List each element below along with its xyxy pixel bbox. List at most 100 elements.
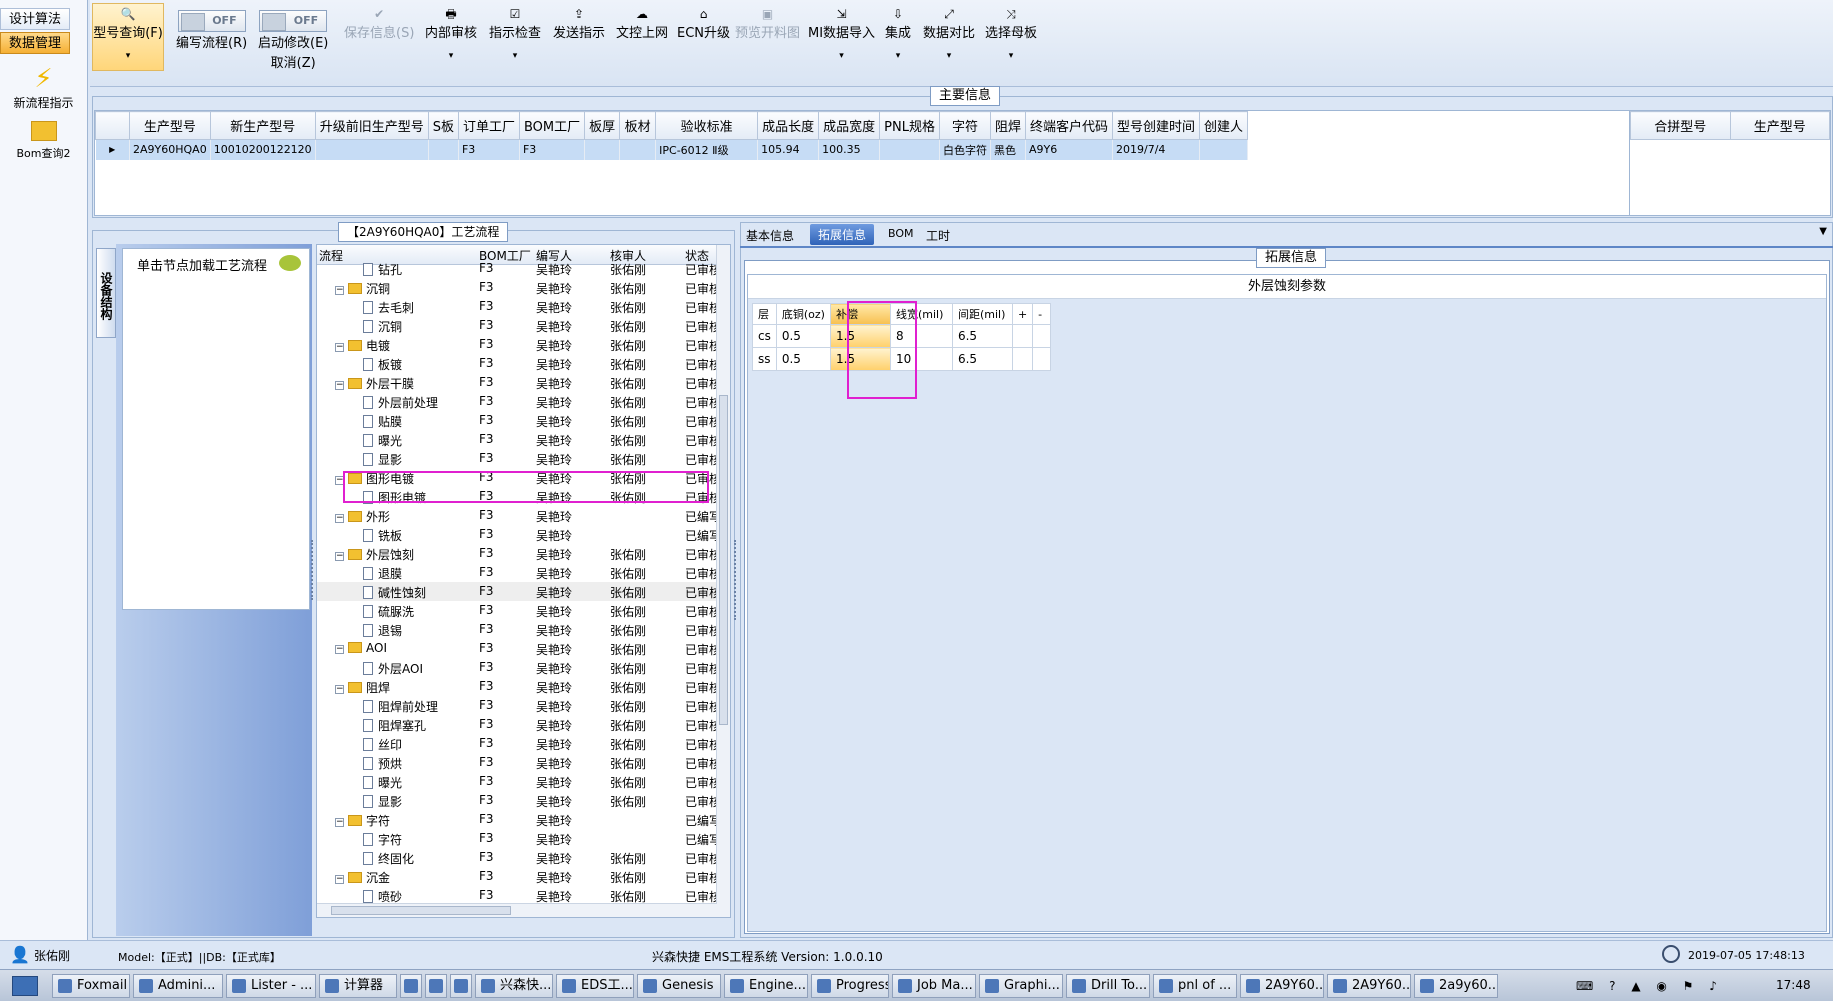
tree-node-label[interactable]: 外层AOI [363, 660, 423, 677]
splitter-left[interactable] [311, 540, 315, 600]
tree-node-label[interactable]: 外层前处理 [363, 394, 438, 411]
tab-basic-info[interactable]: 基本信息 [746, 227, 794, 244]
tree-node-label[interactable]: 阻焊前处理 [363, 698, 438, 715]
tree-row[interactable]: 钻孔 F3 吴艳玲 张佑刚 已审核 [317, 259, 730, 278]
tree-row[interactable]: 显影 F3 吴艳玲 张佑刚 已审核 [317, 449, 730, 468]
ext-cell[interactable]: 0.5 [775, 347, 831, 371]
tree-row[interactable]: 阻焊塞孔 F3 吴艳玲 张佑刚 已审核 [317, 715, 730, 734]
taskbar-button[interactable]: 2A9Y60... [1240, 974, 1324, 998]
taskbar-button[interactable]: Job Ma... [892, 974, 976, 998]
select-mother-button[interactable]: ⤨ 选择母板 ▾ [985, 6, 1037, 61]
edit-flow-toggle[interactable]: OFF 编写流程(R) [176, 10, 247, 56]
taskbar-button[interactable]: Engine... [724, 974, 808, 998]
tree-node-label[interactable]: − 电镀 [335, 337, 390, 354]
col-header[interactable]: 成品宽度 [818, 111, 881, 140]
tree-node-label[interactable]: 丝印 [363, 736, 402, 753]
expand-toggle-icon[interactable]: − [335, 552, 344, 561]
tree-row[interactable]: − 外层干膜 F3 吴艳玲 张佑刚 已审核 [317, 373, 730, 392]
taskbar-button[interactable]: 计算器 [319, 974, 397, 998]
nav-tab-data-management[interactable]: 数据管理 [0, 32, 70, 54]
tree-node-label[interactable]: − 外层干膜 [335, 375, 414, 392]
tree-node-label[interactable]: 终固化 [363, 850, 414, 867]
send-instruction-button[interactable]: ⇪ 发送指示 [553, 6, 605, 41]
splitter-middle[interactable] [734, 540, 738, 620]
taskbar-button[interactable]: 兴森快... [475, 974, 553, 998]
side-col-header[interactable]: 合拼型号 [1630, 111, 1731, 140]
tree-row[interactable]: 曝光 F3 吴艳玲 张佑刚 已审核 [317, 430, 730, 449]
tree-node-label[interactable]: 碱性蚀刻 [363, 584, 426, 601]
col-header[interactable]: 验收标准 [655, 111, 759, 140]
nav-item-bom-query[interactable]: Bom查询2 [0, 121, 87, 161]
save-button[interactable]: ✔ 保存信息(S) [344, 6, 414, 41]
expand-toggle-icon[interactable]: − [335, 685, 344, 694]
col-header[interactable]: BOM工厂 [518, 111, 586, 140]
side-col-header[interactable]: 生产型号 [1729, 111, 1830, 140]
col-header[interactable]: 板材 [619, 111, 657, 140]
col-header[interactable]: 创建人 [1199, 111, 1249, 140]
col-header[interactable]: PNL规格 [879, 111, 940, 140]
taskbar-button[interactable]: Foxmail [52, 974, 130, 998]
tree-row[interactable]: 外层AOI F3 吴艳玲 张佑刚 已审核 [317, 658, 730, 677]
tree-node-label[interactable]: − 沉金 [335, 869, 390, 886]
integrate-button[interactable]: ⇩ 集成 ▾ [885, 6, 911, 61]
ext-cell[interactable]: 6.5 [951, 324, 1013, 348]
ext-col-header[interactable]: 底铜(oz) [775, 303, 831, 325]
expand-toggle-icon[interactable]: − [335, 818, 344, 827]
taskbar-button[interactable]: Graphi... [979, 974, 1063, 998]
ext-cell[interactable]: 0.5 [775, 324, 831, 348]
col-header[interactable]: 板厚 [584, 111, 621, 140]
tree-row[interactable]: 退锡 F3 吴艳玲 张佑刚 已审核 [317, 620, 730, 639]
tree-hscroll[interactable] [317, 903, 717, 917]
tab-bom[interactable]: BOM [888, 227, 914, 240]
tree-row[interactable]: 字符 F3 吴艳玲 已编写 [317, 829, 730, 848]
tree-node-label[interactable]: 阻焊塞孔 [363, 717, 426, 734]
nav-item-new-flow[interactable]: ⚡ 新流程指示 [0, 64, 87, 111]
ecn-upgrade-button[interactable]: ⌂ ECN升级 [677, 6, 730, 41]
tree-row[interactable]: − AOI F3 吴艳玲 张佑刚 已审核 [317, 639, 730, 658]
expand-toggle-icon[interactable]: − [335, 381, 344, 390]
tree-row[interactable]: 显影 F3 吴艳玲 张佑刚 已审核 [317, 791, 730, 810]
tree-node-label[interactable]: 曝光 [363, 432, 402, 449]
tree-node-label[interactable]: − 外层蚀刻 [335, 546, 414, 563]
expand-toggle-icon[interactable]: − [335, 286, 344, 295]
tree-node-label[interactable]: 去毛刺 [363, 299, 414, 316]
tree-row[interactable]: 沉铜 F3 吴艳玲 张佑刚 已审核 [317, 316, 730, 335]
taskbar-button[interactable]: Admini... [133, 974, 223, 998]
taskbar-button[interactable] [450, 974, 472, 998]
start-button[interactable] [12, 976, 38, 996]
expand-toggle-icon[interactable]: − [335, 875, 344, 884]
tree-row[interactable]: 退膜 F3 吴艳玲 张佑刚 已审核 [317, 563, 730, 582]
tree-row[interactable]: 外层前处理 F3 吴艳玲 张佑刚 已审核 [317, 392, 730, 411]
tree-row[interactable]: 去毛刺 F3 吴艳玲 张佑刚 已审核 [317, 297, 730, 316]
start-edit-toggle[interactable]: OFF 启动修改(E) 取消(Z) [258, 10, 328, 71]
col-header[interactable]: S板 [427, 111, 459, 140]
tree-row[interactable]: 碱性蚀刻 F3 吴艳玲 张佑刚 已审核 [317, 582, 730, 601]
expand-toggle-icon[interactable]: − [335, 514, 344, 523]
taskbar-button[interactable]: pnl of ... [1153, 974, 1237, 998]
tree-row[interactable]: − 沉金 F3 吴艳玲 张佑刚 已审核 [317, 867, 730, 886]
col-header[interactable]: 升级前旧生产型号 [314, 111, 429, 140]
tree-row[interactable]: 阻焊前处理 F3 吴艳玲 张佑刚 已审核 [317, 696, 730, 715]
taskbar-button[interactable] [400, 974, 422, 998]
tree-node-label[interactable]: 钻孔 [363, 261, 402, 278]
tree-node-label[interactable]: 显影 [363, 451, 402, 468]
col-header[interactable]: 终端客户代码 [1024, 111, 1114, 140]
tree-node-label[interactable]: 退锡 [363, 622, 402, 639]
tree-node-label[interactable]: 贴膜 [363, 413, 402, 430]
tree-node-label[interactable]: 沉铜 [363, 318, 402, 335]
taskbar-button[interactable]: Genesis [637, 974, 721, 998]
tree-row[interactable]: 预烘 F3 吴艳玲 张佑刚 已审核 [317, 753, 730, 772]
table-row[interactable]: ▶ 2A9Y60HQA0 10010200122120 F3 F3 IPC-6012 Ⅱ级… [95, 139, 1249, 160]
tree-node-label[interactable]: − 外形 [335, 508, 390, 525]
tree-node-label[interactable]: − AOI [335, 641, 387, 655]
taskbar-button[interactable]: 2A9Y60... [1327, 974, 1411, 998]
ext-col-header[interactable]: 层 [752, 303, 777, 325]
instruction-check-button[interactable]: ☑ 指示检查 ▾ [489, 6, 541, 61]
ext-cell[interactable]: 6.5 [951, 347, 1013, 371]
tree-row[interactable]: − 外层蚀刻 F3 吴艳玲 张佑刚 已审核 [317, 544, 730, 563]
col-header[interactable]: 新生产型号 [209, 111, 316, 140]
tree-row[interactable]: − 阻焊 F3 吴艳玲 张佑刚 已审核 [317, 677, 730, 696]
col-header[interactable]: 成品长度 [757, 111, 820, 140]
taskbar-button[interactable]: 2a9y60... [1414, 974, 1498, 998]
taskbar-button[interactable] [425, 974, 447, 998]
